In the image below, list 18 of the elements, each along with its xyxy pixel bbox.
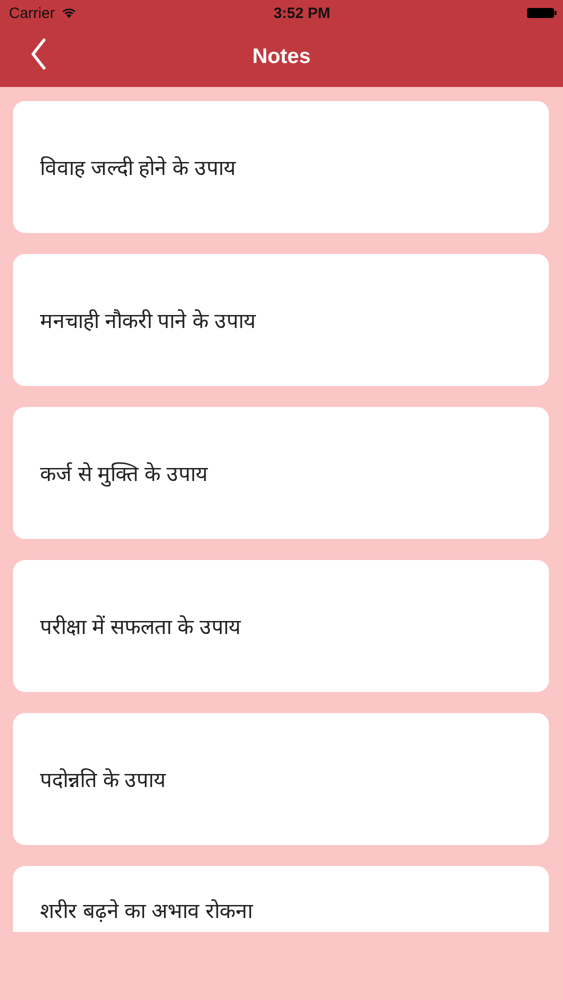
nav-title: Notes (252, 44, 311, 68)
note-card[interactable]: परीक्षा में सफलता के उपाय (13, 560, 549, 692)
back-button[interactable] (30, 38, 46, 70)
wifi-icon (60, 7, 77, 19)
status-time: 3:52 PM (274, 4, 330, 22)
note-title: पदोन्नति के उपाय (40, 767, 166, 793)
note-card[interactable]: कर्ज से मुक्ति के उपाय (13, 407, 549, 539)
note-title: परीक्षा में सफलता के उपाय (40, 614, 240, 640)
note-card[interactable]: शरीर बढ़ने का अभाव रोकना (13, 866, 549, 932)
note-card[interactable]: मनचाही नौकरी पाने के उपाय (13, 254, 549, 386)
battery-icon (526, 7, 557, 19)
note-title: शरीर बढ़ने का अभाव रोकना (40, 898, 252, 924)
carrier-label: Carrier (9, 4, 55, 22)
note-title: विवाह जल्दी होने के उपाय (40, 155, 236, 181)
note-title: मनचाही नौकरी पाने के उपाय (40, 308, 256, 334)
note-card[interactable]: विवाह जल्दी होने के उपाय (13, 101, 549, 233)
note-card[interactable]: पदोन्नति के उपाय (13, 713, 549, 845)
note-title: कर्ज से मुक्ति के उपाय (40, 461, 208, 487)
